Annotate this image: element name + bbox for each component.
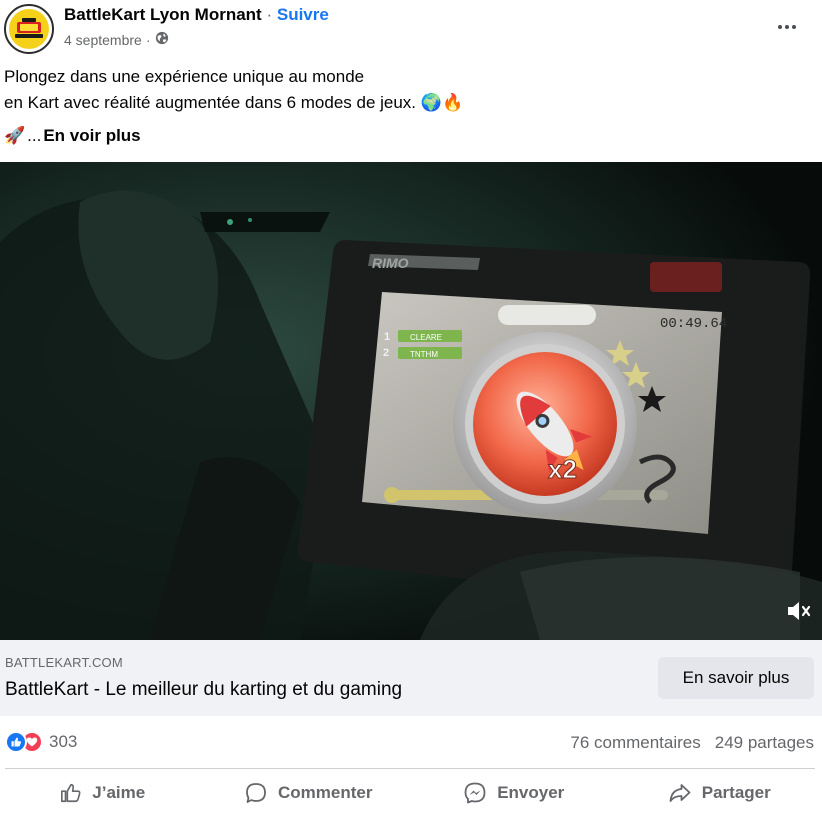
see-more-row: 🚀 ... En voir plus xyxy=(4,124,141,148)
like-button[interactable]: J’aime xyxy=(0,772,206,813)
fire-emoji: 🔥 xyxy=(441,93,464,112)
see-more-link[interactable]: En voir plus xyxy=(43,124,140,148)
link-preview-card[interactable]: BATTLEKART.COM BattleKart - Le meilleur … xyxy=(0,640,822,716)
leader-name-1: CLEARE xyxy=(410,333,442,342)
engagement-stats: 303 76 commentaires 249 partages xyxy=(0,726,822,760)
comment-label: Commenter xyxy=(278,782,373,802)
thumbs-up-icon xyxy=(61,783,81,802)
messenger-icon xyxy=(464,782,486,803)
post-header: BattleKart Lyon Mornant · Suivre 4 septe… xyxy=(0,0,822,60)
race-timer: 00:49.64 xyxy=(660,316,727,332)
share-icon xyxy=(669,783,691,802)
share-button[interactable]: Partager xyxy=(617,772,822,813)
comment-icon xyxy=(246,782,266,803)
video-frame: RIMO 00:49.64 1 CLEARE 2 TNTHM x2 xyxy=(0,162,822,640)
name-separator: · xyxy=(266,5,273,24)
follow-button[interactable]: Suivre xyxy=(277,5,329,24)
page-avatar[interactable] xyxy=(4,4,54,54)
more-options-button[interactable] xyxy=(772,12,802,42)
device-brand: RIMO xyxy=(372,255,409,271)
globe-icon xyxy=(155,31,169,48)
date-separator: · xyxy=(145,31,151,48)
post-text: Plongez dans une expérience unique au mo… xyxy=(4,64,804,116)
like-reaction-icon xyxy=(5,731,27,753)
mute-icon xyxy=(788,602,811,620)
avatar-logo xyxy=(9,9,49,49)
leader-rank-2: 2 xyxy=(383,347,389,359)
page-name-link[interactable]: BattleKart Lyon Mornant xyxy=(64,5,262,24)
actions-divider xyxy=(5,768,815,769)
post-text-line-2: en Kart avec réalité augmentée dans 6 mo… xyxy=(4,93,417,112)
powerup-multiplier: x2 xyxy=(548,454,577,484)
more-icon xyxy=(778,25,782,29)
like-label: J’aime xyxy=(92,782,146,802)
post-text-line-1: Plongez dans une expérience unique au mo… xyxy=(4,67,365,86)
link-title[interactable]: BattleKart - Le meilleur du karting et d… xyxy=(5,679,402,701)
share-label: Partager xyxy=(701,782,771,802)
send-label: Envoyer xyxy=(497,782,565,802)
send-button[interactable]: Envoyer xyxy=(411,772,617,813)
comments-count-link[interactable]: 76 commentaires xyxy=(570,733,700,753)
ellipsis: ... xyxy=(27,126,42,145)
learn-more-button[interactable]: En savoir plus xyxy=(658,657,814,699)
post-text-line-2-wrap: en Kart avec réalité augmentée dans 6 mo… xyxy=(4,90,804,116)
comment-button[interactable]: Commenter xyxy=(206,772,412,813)
post-actions: J’aime Commenter Envoyer Partager xyxy=(0,772,822,813)
leader-rank-1: 1 xyxy=(384,331,390,343)
post-date[interactable]: 4 septembre xyxy=(64,32,142,48)
reactions-summary[interactable]: 303 xyxy=(5,731,77,753)
leader-name-2: TNTHM xyxy=(410,350,438,359)
link-domain: BATTLEKART.COM xyxy=(5,655,123,670)
globe-emoji: 🌍 xyxy=(420,93,442,112)
reactions-count: 303 xyxy=(49,732,78,751)
shares-count-link[interactable]: 249 partages xyxy=(715,733,814,753)
mute-button[interactable] xyxy=(784,596,814,626)
video-player[interactable]: RIMO 00:49.64 1 CLEARE 2 TNTHM x2 xyxy=(0,162,822,640)
rocket-emoji: 🚀 xyxy=(4,126,26,145)
